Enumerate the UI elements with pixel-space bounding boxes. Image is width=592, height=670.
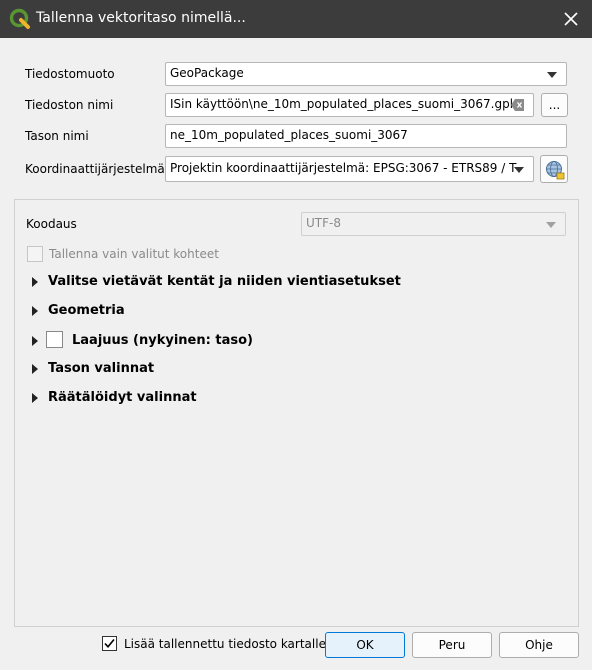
- encoding-select: UTF-8: [301, 212, 566, 236]
- section-extent[interactable]: Laajuus (nykyinen: taso): [72, 333, 253, 348]
- format-select[interactable]: GeoPackage: [165, 62, 567, 86]
- selected-only-label: Tallenna vain valitut kohteet: [49, 247, 219, 261]
- section-layer-options[interactable]: Tason valinnat: [48, 361, 154, 376]
- crs-label: Koordinaattijärjestelmä: [25, 162, 165, 176]
- chevron-down-icon: [546, 222, 556, 228]
- crs-value: Projektin koordinaattijärjestelmä: EPSG:…: [170, 161, 517, 175]
- layer-name-label: Tason nimi: [25, 129, 89, 143]
- checkmark-icon: [104, 638, 115, 649]
- expand-arrow-icon[interactable]: [32, 336, 38, 346]
- encoding-value: UTF-8: [306, 216, 341, 230]
- window-title: Tallenna vektoritaso nimellä...: [36, 10, 246, 26]
- section-geometry[interactable]: Geometria: [48, 303, 125, 318]
- crs-select[interactable]: Projektin koordinaattijärjestelmä: EPSG:…: [165, 156, 534, 182]
- crs-selector-button[interactable]: [540, 155, 568, 183]
- layer-name-input[interactable]: ne_10m_populated_places_suomi_3067: [165, 124, 567, 148]
- globe-icon: [546, 161, 565, 180]
- expand-arrow-icon[interactable]: [32, 277, 38, 287]
- filename-label: Tiedoston nimi: [25, 98, 114, 112]
- expand-arrow-icon[interactable]: [32, 393, 38, 403]
- title-bar: Tallenna vektoritaso nimellä...: [0, 0, 592, 38]
- extent-checkbox[interactable]: [46, 331, 63, 348]
- ok-button[interactable]: OK: [325, 632, 405, 658]
- filename-value: ISin käyttöön\ne_10m_populated_places_su…: [170, 97, 525, 111]
- help-button[interactable]: Ohje: [499, 632, 579, 658]
- browse-button[interactable]: ...: [541, 93, 568, 117]
- add-to-map-checkbox[interactable]: [102, 636, 117, 651]
- layer-name-value: ne_10m_populated_places_suomi_3067: [170, 128, 408, 142]
- encoding-label: Koodaus: [26, 217, 77, 231]
- close-icon[interactable]: [556, 4, 586, 34]
- expand-arrow-icon[interactable]: [32, 306, 38, 316]
- chevron-down-icon: [547, 72, 557, 78]
- options-panel: [14, 199, 579, 627]
- cancel-button[interactable]: Peru: [412, 632, 492, 658]
- filename-input[interactable]: ISin käyttöön\ne_10m_populated_places_su…: [165, 93, 534, 117]
- selected-only-checkbox[interactable]: [27, 246, 43, 262]
- expand-arrow-icon[interactable]: [32, 364, 38, 374]
- format-value: GeoPackage: [170, 66, 244, 80]
- format-label: Tiedostomuoto: [25, 67, 115, 81]
- chevron-down-icon: [514, 167, 524, 173]
- clear-icon[interactable]: [511, 99, 525, 111]
- section-fields[interactable]: Valitse vietävät kentät ja niiden vienti…: [48, 274, 401, 289]
- section-custom-options[interactable]: Räätälöidyt valinnat: [48, 390, 197, 405]
- add-to-map-label: Lisää tallennettu tiedosto kartalle: [124, 637, 326, 651]
- qgis-logo-icon: [9, 8, 30, 29]
